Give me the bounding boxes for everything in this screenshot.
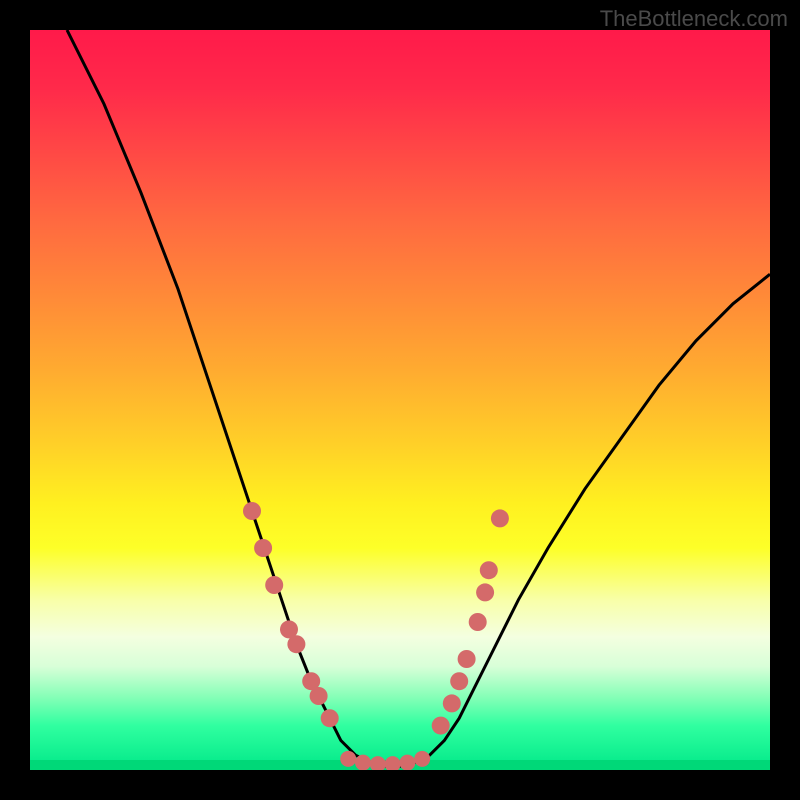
marker-dot <box>370 756 386 770</box>
marker-dot <box>321 709 339 727</box>
markers-left <box>243 502 339 727</box>
marker-dot <box>265 576 283 594</box>
marker-dot <box>243 502 261 520</box>
plot-area <box>30 30 770 770</box>
marker-dot <box>458 650 476 668</box>
marker-dot <box>385 756 401 770</box>
curve-svg <box>30 30 770 770</box>
chart-container: TheBottleneck.com <box>0 0 800 800</box>
markers-right <box>432 509 509 734</box>
marker-dot <box>340 751 356 767</box>
marker-dot <box>254 539 272 557</box>
marker-dot <box>450 672 468 690</box>
marker-dot <box>355 755 371 770</box>
marker-dot <box>491 509 509 527</box>
marker-dot <box>414 751 430 767</box>
marker-dot <box>469 613 487 631</box>
marker-dot <box>310 687 328 705</box>
marker-dot <box>287 635 305 653</box>
marker-dot <box>432 717 450 735</box>
bottleneck-curve <box>67 30 770 766</box>
marker-dot <box>476 583 494 601</box>
marker-dot <box>443 694 461 712</box>
marker-dot <box>480 561 498 579</box>
marker-dot <box>399 755 415 770</box>
markers-bottom <box>340 751 430 770</box>
watermark-text: TheBottleneck.com <box>600 6 788 32</box>
